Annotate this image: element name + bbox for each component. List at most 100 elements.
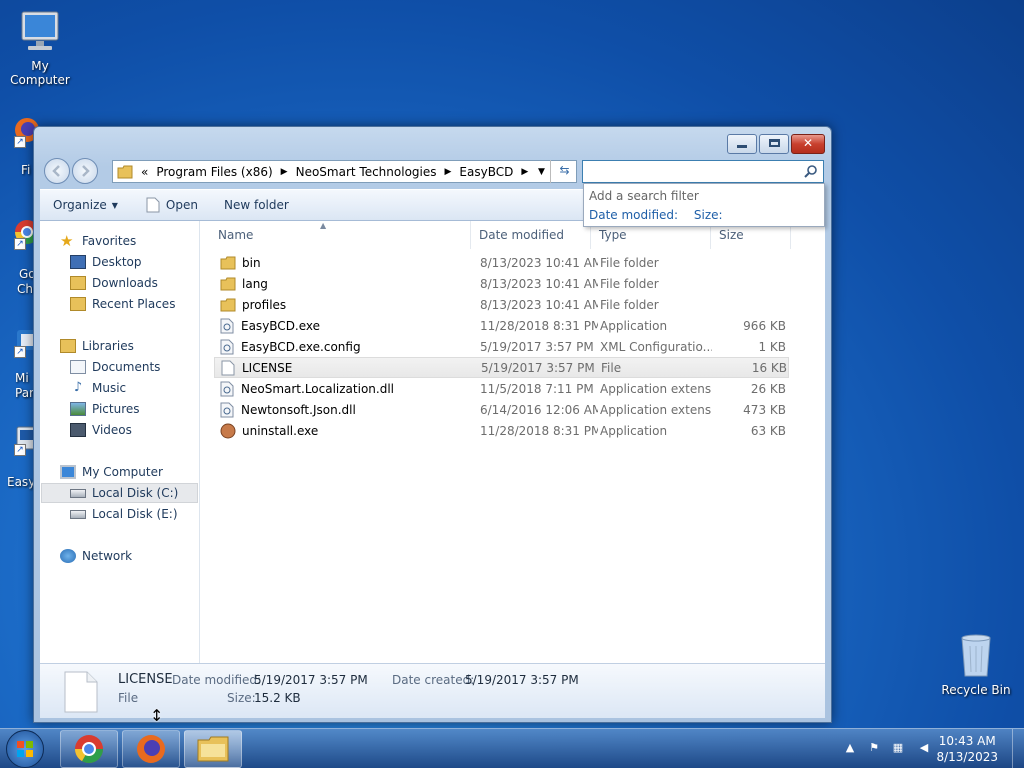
chevron-right-icon[interactable]: ▶ [445,167,452,177]
show-hidden-icons-button[interactable]: ▲ [842,741,858,757]
taskbar-explorer[interactable] [184,730,242,768]
nav-network[interactable]: Network [60,546,132,566]
sort-ascending-icon: ▲ [320,221,327,230]
show-desktop-button[interactable] [1012,729,1024,768]
nav-documents[interactable]: Documents [70,357,160,377]
folder-icon [220,277,236,290]
address-overflow[interactable]: « [141,165,148,179]
nav-local-disk-e[interactable]: Local Disk (E:) [70,504,178,524]
taskbar-firefox[interactable] [122,730,180,768]
file-row[interactable]: uninstall.exe 11/28/2018 8:31 PM Applicati… [214,420,789,441]
recent-places-icon [70,297,86,311]
nav-desktop[interactable]: Desktop [70,252,142,272]
forward-icon [82,165,90,177]
nav-local-disk-c[interactable]: Local Disk (C:) [41,483,198,503]
computer-icon [60,465,76,479]
content-pane: ★ Favorites Desktop Downloads Recent Pla… [40,221,825,663]
new-folder-button[interactable]: New folder [213,198,300,212]
nav-recent-places[interactable]: Recent Places [70,294,175,314]
desktop-label-clipped: Ch [17,282,33,296]
address-dropdown-icon[interactable]: ▼ [538,167,545,177]
file-row[interactable]: NeoSmart.Localization.dll 11/5/2018 7:11 … [214,378,789,399]
action-center-icon[interactable]: ⚑ [866,741,882,757]
search-icon[interactable] [803,164,819,180]
shortcut-arrow-icon: ↗ [14,444,26,456]
pictures-icon [70,402,86,416]
file-name: bin [220,256,261,270]
file-row[interactable]: bin 8/13/2023 10:41 AM File folder [214,252,789,273]
maximize-icon [768,139,780,147]
breadcrumb-easybcd[interactable]: EasyBCD [459,165,513,179]
file-type: File folder [600,255,659,270]
nav-pictures[interactable]: Pictures [70,399,140,419]
file-size: 26 KB [750,381,786,396]
application-icon [220,402,234,417]
application-icon [220,339,234,354]
desktop-icon-recycle-bin[interactable]: Recycle Bin [938,632,1014,697]
file-name: uninstall.exe [220,423,318,439]
file-name: EasyBCD.exe.config [220,339,361,355]
column-header-date[interactable]: Date modified [471,221,591,249]
chevron-right-icon[interactable]: ▶ [281,167,288,177]
clock-date: 8/13/2023 [936,750,998,764]
refresh-button[interactable]: ⇆ [550,160,578,183]
breadcrumb-neosmart[interactable]: NeoSmart Technologies [296,165,437,179]
desktop-label-clipped: Mi [15,371,29,385]
search-box[interactable] [582,160,824,183]
nav-downloads[interactable]: Downloads [70,273,158,293]
volume-muted-icon[interactable]: ◀ [916,741,932,757]
nav-my-computer[interactable]: My Computer [60,462,163,482]
file-type: XML Configuratio... [600,339,712,354]
file-date: 5/19/2017 3:57 PM [480,339,594,354]
file-row[interactable]: Newtonsoft.Json.dll 6/14/2016 12:06 AM App… [214,399,789,420]
file-name: EasyBCD.exe [220,318,320,334]
back-icon [52,165,60,177]
documents-icon [70,360,86,374]
search-input[interactable] [587,162,803,181]
file-type: File [601,360,622,375]
file-date: 8/13/2023 10:41 AM [480,255,598,270]
nav-label: Documents [92,360,161,374]
forward-button[interactable] [72,158,98,184]
folder-icon [220,298,236,311]
back-button[interactable] [44,158,70,184]
windows-logo-icon [17,741,33,757]
file-row[interactable]: lang 8/13/2023 10:41 AM File folder [214,273,789,294]
open-button[interactable]: Open [135,197,209,213]
filter-date-modified[interactable]: Date modified: [589,208,678,222]
filter-size[interactable]: Size: [694,208,723,222]
nav-music[interactable]: ♪ Music [70,378,126,398]
nav-favorites[interactable]: ★ Favorites [60,231,136,251]
desktop-icon-my-computer[interactable]: My Computer [0,8,80,87]
minimize-button[interactable] [727,134,757,154]
nav-libraries[interactable]: Libraries [60,336,134,356]
maximize-button[interactable] [759,134,789,154]
breadcrumb-program-files[interactable]: Program Files (x86) [156,165,272,179]
shortcut-arrow-icon: ↗ [14,346,26,358]
organize-button[interactable]: Organize ▼ [42,198,129,212]
nav-videos[interactable]: Videos [70,420,132,440]
address-bar[interactable]: « Program Files (x86) ▶ NeoSmart Technol… [112,160,577,183]
chevron-right-icon[interactable]: ▶ [521,167,528,177]
network-tray-icon[interactable]: ▦ [890,741,906,757]
column-header-name[interactable]: Name ▲ [200,221,471,249]
shortcut-arrow-icon: ↗ [14,238,26,250]
details-file-type: File [118,691,139,705]
file-row[interactable]: LICENSE 5/19/2017 3:57 PM File 16 KB [214,357,789,378]
nav-label: Downloads [92,276,158,290]
start-button[interactable] [6,730,44,768]
details-file-name: LICENSE [118,672,173,687]
taskbar-chrome[interactable] [60,730,118,768]
file-row[interactable]: EasyBCD.exe.config 5/19/2017 3:57 PM XML C… [214,336,789,357]
file-date: 5/19/2017 3:57 PM [481,360,595,375]
nav-label: Network [82,549,133,563]
file-date: 11/28/2018 8:31 PM [480,318,598,333]
shortcut-arrow-icon: ↗ [14,136,26,148]
file-row[interactable]: profiles 8/13/2023 10:41 AM File folder [214,294,789,315]
clock[interactable]: 10:43 AM 8/13/2023 [936,733,998,765]
file-row[interactable]: EasyBCD.exe 11/28/2018 8:31 PM Application… [214,315,789,336]
file-type: File folder [600,276,659,291]
close-button[interactable]: ✕ [791,134,825,154]
application-icon [220,318,234,333]
star-icon: ★ [60,232,74,250]
